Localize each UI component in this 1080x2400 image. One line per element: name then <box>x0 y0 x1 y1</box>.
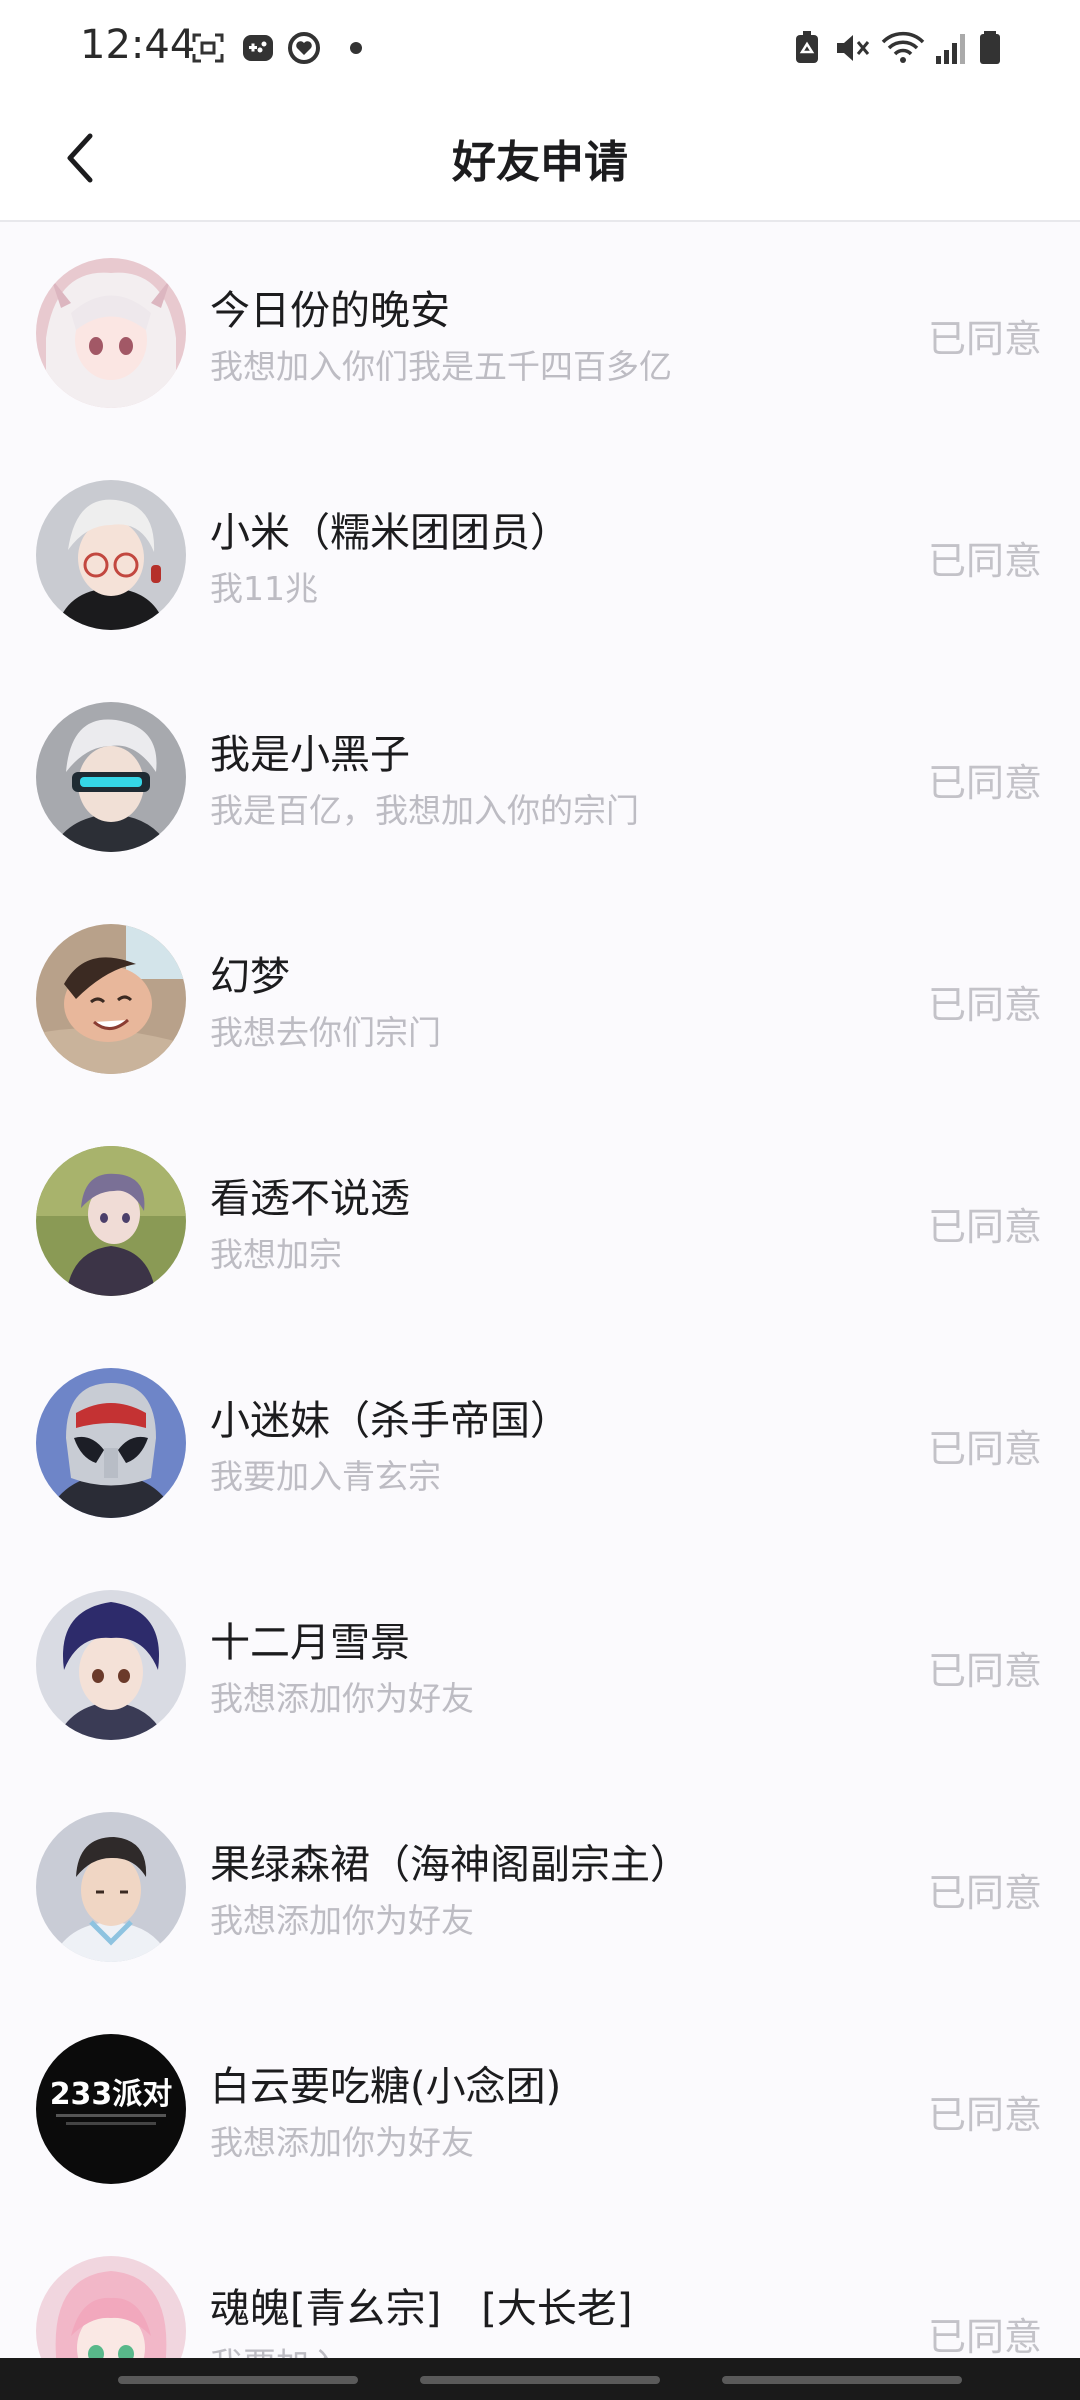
page-title: 好友申请 <box>452 137 628 188</box>
request-status: 已同意 <box>927 1205 1042 1249</box>
system-nav-bar <box>0 2358 1080 2400</box>
nav-recents-button[interactable] <box>118 2376 358 2384</box>
friend-request-item[interactable]: 233派对 白云要吃糖(小念团) 我想添加你为好友 已同意 <box>0 1998 1080 2220</box>
nav-home-button[interactable] <box>420 2376 660 2384</box>
avatar[interactable] <box>36 258 186 408</box>
requester-name: 白云要吃糖(小念团) <box>210 2064 562 2110</box>
wifi-icon <box>881 31 925 63</box>
request-status: 已同意 <box>927 317 1042 361</box>
signal-icon <box>936 34 965 64</box>
friend-request-item[interactable]: 我是小黑子 我是百亿，我想加入你的宗门 已同意 <box>0 666 1080 888</box>
dot-icon <box>350 42 362 54</box>
header-bar: 好友申请 <box>0 96 1080 222</box>
request-status: 已同意 <box>927 761 1042 805</box>
avatar[interactable] <box>36 1368 186 1518</box>
requester-name: 小米（糯米团团员） <box>210 510 570 556</box>
friend-request-item[interactable]: 看透不说透 我想加宗 已同意 <box>0 1110 1080 1332</box>
requester-name: 今日份的晚安 <box>210 288 450 334</box>
request-message: 我想添加你为好友 <box>210 1901 474 1940</box>
request-status: 已同意 <box>927 2093 1042 2137</box>
requester-name: 小迷妹（杀手帝国） <box>210 1398 570 1444</box>
avatar[interactable] <box>36 1590 186 1740</box>
requester-name: 果绿森裙（海神阁副宗主） <box>210 1842 690 1888</box>
friend-request-item[interactable]: 幻梦 我想去你们宗门 已同意 <box>0 888 1080 1110</box>
heart-shield-icon <box>288 32 320 64</box>
requester-name: 看透不说透 <box>210 1176 410 1222</box>
request-message: 我要加入 <box>210 2338 342 2358</box>
avatar[interactable] <box>36 2256 186 2358</box>
avatar[interactable]: 233派对 <box>36 2034 186 2184</box>
avatar[interactable] <box>36 1146 186 1296</box>
game-icon <box>243 35 273 61</box>
friend-request-list[interactable]: 今日份的晚安 我想加入你们我是五千四百多亿 已同意 小米（糯米团团员） 我11兆… <box>0 222 1080 2358</box>
avatar[interactable] <box>36 924 186 1074</box>
nav-back-button[interactable] <box>722 2376 962 2384</box>
avatar[interactable] <box>36 1812 186 1962</box>
requester-name: 我是小黑子 <box>210 732 410 778</box>
screenshot-icon <box>192 33 224 63</box>
request-message: 我想加入你们我是五千四百多亿 <box>210 347 672 386</box>
avatar[interactable] <box>36 480 186 630</box>
request-status: 已同意 <box>927 1871 1042 1915</box>
mute-icon <box>837 35 870 61</box>
request-message: 我想去你们宗门 <box>210 1013 441 1052</box>
request-message: 我想添加你为好友 <box>210 2123 474 2162</box>
avatar[interactable] <box>36 702 186 852</box>
request-status: 已同意 <box>927 1427 1042 1471</box>
battery-icon <box>980 31 1000 64</box>
friend-request-item[interactable]: 魂魄[青幺宗] [大长老] 我要加入 已同意 <box>0 2220 1080 2358</box>
status-time: 12:44 <box>80 22 196 68</box>
request-status: 已同意 <box>927 1649 1042 1693</box>
friend-request-item[interactable]: 十二月雪景 我想添加你为好友 已同意 <box>0 1554 1080 1776</box>
request-message: 我要加入青玄宗 <box>210 1457 441 1496</box>
friend-request-item[interactable]: 今日份的晚安 我想加入你们我是五千四百多亿 已同意 <box>0 222 1080 444</box>
requester-name: 魂魄[青幺宗] [大长老] <box>210 2286 633 2332</box>
requester-name: 十二月雪景 <box>210 1620 410 1666</box>
recycle-battery-icon <box>796 31 818 63</box>
request-message: 我想添加你为好友 <box>210 1679 474 1718</box>
request-status: 已同意 <box>927 983 1042 1027</box>
friend-request-item[interactable]: 果绿森裙（海神阁副宗主） 我想添加你为好友 已同意 <box>0 1776 1080 1998</box>
requester-name: 幻梦 <box>210 954 290 1000</box>
request-message: 我11兆 <box>210 569 318 608</box>
status-bar: 12:44 <box>0 0 1080 96</box>
request-message: 我想加宗 <box>210 1235 342 1274</box>
request-message: 我是百亿，我想加入你的宗门 <box>210 791 639 830</box>
friend-request-item[interactable]: 小迷妹（杀手帝国） 我要加入青玄宗 已同意 <box>0 1332 1080 1554</box>
friend-request-item[interactable]: 小米（糯米团团员） 我11兆 已同意 <box>0 444 1080 666</box>
request-status: 已同意 <box>927 539 1042 583</box>
avatar-poster-text: 233派对 <box>50 2077 173 2112</box>
request-status: 已同意 <box>927 2315 1042 2358</box>
